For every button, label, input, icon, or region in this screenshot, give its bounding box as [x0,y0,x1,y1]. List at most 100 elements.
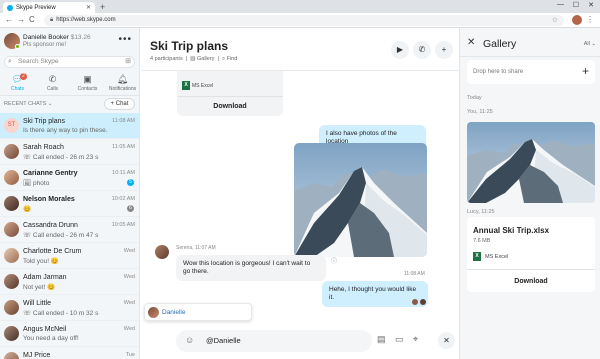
file-type: MS Excel [485,254,509,260]
minimize-button[interactable]: — [557,1,564,8]
close-icon[interactable]: ✕ [438,332,455,349]
contact-card-icon[interactable]: ▭ [395,334,404,345]
drop-zone[interactable]: Drop here to share + [467,60,595,84]
location-pin-icon[interactable]: ⌖ [413,334,418,345]
avatar [148,307,159,318]
avatar [4,274,19,289]
file-type: MS Excel [192,83,214,89]
forward-button[interactable]: → [17,15,25,24]
close-window-button[interactable]: ✕ [588,1,594,9]
avatar [4,170,19,185]
conversation-subtitle: 4 participants | ▨ Gallery | ⌕ Find [150,56,238,62]
info-icon[interactable]: ⓘ [331,256,337,265]
list-item[interactable]: Sarah Roach ☏ Call ended - 26 m 23 s 11:… [0,139,139,165]
browser-menu-button[interactable]: ⋮ [586,15,594,24]
maximize-button[interactable]: ☐ [573,1,579,9]
chat-name: Angus McNeil [23,326,67,333]
video-call-button[interactable]: ▶︎ [391,41,409,59]
mountain-photo-image [294,143,427,257]
gallery-divider [460,56,600,57]
add-people-button[interactable]: + [435,41,453,59]
participants-link[interactable]: 4 participants [150,56,183,62]
chat-time: Wed [123,274,135,280]
avatar: ST [4,118,19,133]
list-item[interactable]: Carianne Gentry 🖼 photo 10:11 AM 5 [0,165,139,191]
drop-zone-text: Drop here to share [473,69,524,75]
mood-message: Pls sponsor me! [23,42,67,48]
reload-button[interactable]: C [29,15,35,24]
list-item[interactable]: Cassandra Drunn ☏ Call ended - 26 m 47 s… [0,217,139,243]
message-input[interactable]: ☺ @Danielle [176,330,372,352]
skype-credit: $13.26 [70,34,91,41]
list-item[interactable]: Nelson Morales 😊 10:02 AM 6 [0,191,139,217]
avatar [4,248,19,263]
dialpad-icon[interactable]: ⊞ [125,57,131,67]
gallery-file-card[interactable]: Annual Ski Trip.xlsx 7.6 MB X MS Excel D… [467,217,595,292]
chat-name: Carianne Gentry [23,170,78,177]
tab-title: Skype Preview [16,4,56,11]
chat-name: Ski Trip plans [23,118,66,125]
list-item[interactable]: Charlotte De Crum Told you! 😊 Wed [0,243,139,269]
list-item[interactable]: ST Ski Trip plans Is there any way to pi… [0,113,139,139]
gallery-photo[interactable] [467,122,595,203]
close-icon[interactable]: ✕ [467,37,475,48]
my-profile[interactable]: Danielle Booker $13.26 Pls sponsor me! •… [4,33,136,51]
plus-icon[interactable]: + [582,64,589,78]
gallery-attach-icon[interactable]: ▤ [377,334,386,345]
chat-name: Adam Jarman [23,274,67,281]
chat-time: Tue [125,352,135,358]
find-icon: ⌕ [221,56,226,62]
emoji-icon[interactable]: ☺ [185,335,194,345]
chat-time: 10:02 AM [111,196,135,202]
tab-chats[interactable]: 💬︎ Chats 2 [0,72,35,96]
unread-badge: 2 [20,73,27,80]
list-item[interactable]: Angus McNeil You need a day off! Wed [0,321,139,347]
chat-list: ST Ski Trip plans Is there any way to pi… [0,113,139,359]
list-item[interactable]: MJ Price Tue [0,347,139,359]
shared-photo[interactable] [294,143,427,257]
find-link[interactable]: Find [227,56,238,62]
back-button[interactable]: ← [5,15,13,24]
new-chat-button[interactable]: + Chat [104,98,135,110]
message-time: 11:08 AM [404,271,425,277]
tab-close-icon[interactable]: ✕ [86,4,91,11]
chat-name: MJ Price [23,352,51,359]
audio-call-button[interactable]: ✆ [413,41,431,59]
browser-profile-avatar[interactable] [572,15,582,25]
download-button[interactable]: Download [177,96,283,116]
avatar [4,300,19,315]
unread-badge: 6 [127,205,134,212]
tab-calls[interactable]: ✆ Calls [35,72,70,96]
chat-name: Sarah Roach [23,144,64,151]
page-title[interactable]: Ski Trip plans [150,39,228,53]
new-tab-button[interactable]: + [100,2,105,12]
bookmark-star-icon[interactable]: ☆ [552,16,558,24]
download-button[interactable]: Download [467,269,595,292]
chat-name: Will Little [23,300,52,307]
avatar [4,222,19,237]
tab-contacts[interactable]: ▣ Contacts [70,72,105,96]
browser-tab[interactable]: Skype Preview ✕ [3,2,95,13]
recent-chats-header[interactable]: RECENT CHATS ⌄ [4,101,52,107]
gallery-filter-dropdown[interactable]: All ⌄ [584,41,596,47]
search-input[interactable]: ⌕ Search Skype ⊞ [4,56,135,68]
chat-preview: ☏ Call ended - 10 m 32 s [23,310,99,317]
list-item[interactable]: Will Little ☏ Call ended - 10 m 32 s Wed [0,295,139,321]
mention-suggestion[interactable]: Danielle [144,303,252,321]
gallery-link[interactable]: Gallery [197,56,214,62]
chat-preview: ☏ Call ended - 26 m 23 s [23,154,99,161]
chat-icon: 💬︎ [11,74,24,84]
tab-label: Chats [10,86,25,92]
tab-notifications[interactable]: 🔔︎ Notifications [105,72,139,96]
avatar [4,196,19,211]
skype-favicon-icon [7,4,13,11]
list-item[interactable]: Adam Jarman Not yet! 😊 Wed [0,269,139,295]
chat-preview: 🖼 photo [23,180,50,187]
chat-name: Charlotte De Crum [23,248,82,255]
avatar[interactable] [155,245,169,259]
add-person-icon: + [441,45,447,54]
more-options-button[interactable]: ••• [118,34,132,45]
message-bubble-incoming[interactable]: Wow this location is gorgeous! I can't w… [176,255,326,281]
url-input[interactable]: 🔒︎ https://web.skype.com [44,15,564,26]
chat-time: Wed [123,300,135,306]
